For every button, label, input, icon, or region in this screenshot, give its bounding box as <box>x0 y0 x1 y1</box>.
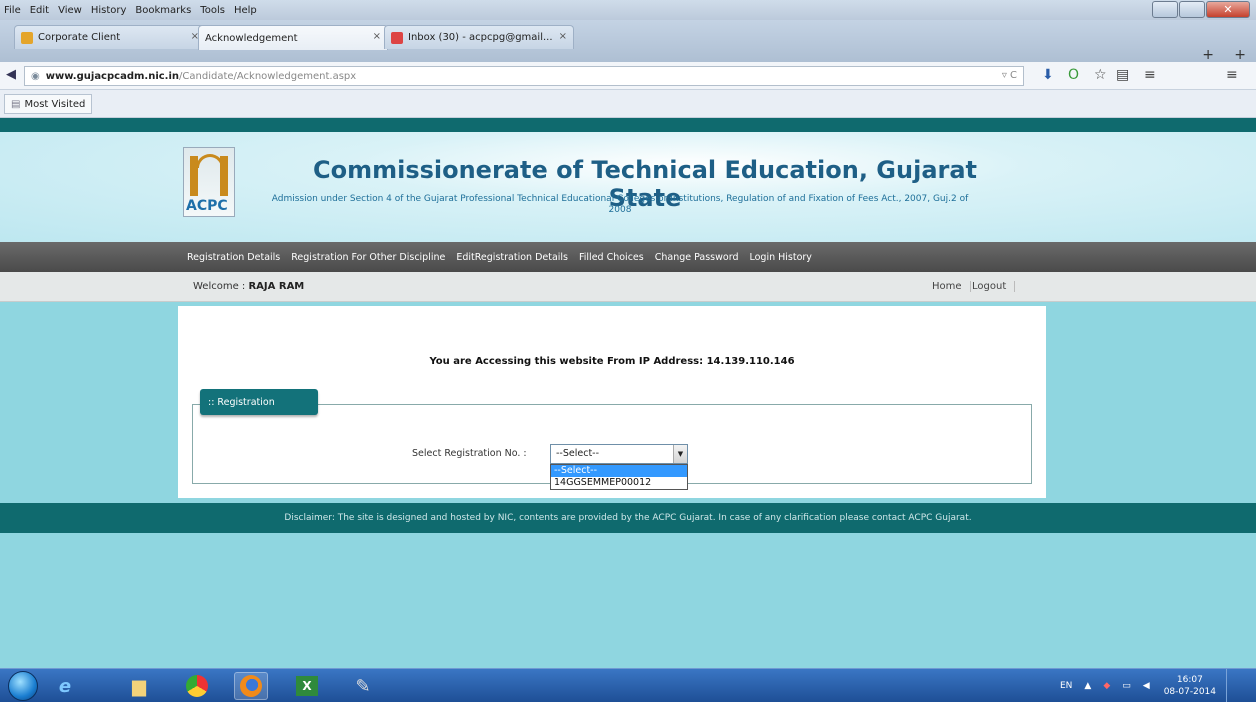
menu-file[interactable]: File <box>4 5 21 16</box>
select-current-value: --Select-- <box>556 448 600 459</box>
paint-icon[interactable]: ✎ <box>346 672 380 700</box>
url-host: www.gujacpcadm.nic.in <box>45 70 180 82</box>
firefox-icon[interactable] <box>234 672 268 700</box>
firefox-logo <box>240 675 262 697</box>
url-path: /Candidate/Acknowledgement.aspx <box>179 70 357 82</box>
nav-registration-details[interactable]: Registration Details <box>187 252 280 263</box>
internet-explorer-icon[interactable]: e <box>48 672 82 700</box>
tab-label: Acknowledgement <box>205 32 298 44</box>
gmail-icon <box>391 31 403 44</box>
window-controls: ✕ <box>1151 1 1250 18</box>
system-tray: EN ▲ ◆ ▭ ◀ 16:07 08-07-2014 <box>1048 669 1216 702</box>
reload-icon[interactable]: ▿ C <box>1002 70 1017 81</box>
registration-number-select[interactable]: --Select-- ▼ <box>550 444 688 464</box>
show-desktop-button[interactable] <box>1226 669 1256 702</box>
bookmark-star-icon[interactable]: ☆ <box>1094 67 1107 83</box>
welcome-bar: Welcome : RAJA RAM Home Logout <box>0 272 1256 302</box>
navigation-toolbar: ◀ ◉ www.gujacpcadm.nic.in /Candidate/Ack… <box>0 62 1256 90</box>
tab-label: Inbox (30) - acpcpg@gmail... <box>408 32 553 43</box>
new-tab-button[interactable]: + <box>1202 47 1214 63</box>
welcome-text: Welcome : RAJA RAM <box>193 281 304 292</box>
menu-help[interactable]: Help <box>234 5 257 16</box>
excel-logo: X <box>296 676 318 696</box>
chrome-logo <box>186 675 208 697</box>
tab-label: Corporate Client <box>38 32 121 43</box>
minimize-button[interactable] <box>1152 1 1178 18</box>
panel-menu-icon[interactable]: ≡ <box>1144 67 1156 83</box>
menu-tools[interactable]: Tools <box>200 5 225 16</box>
main-content-panel: You are Accessing this website From IP A… <box>178 306 1046 498</box>
welcome-label: Welcome : <box>193 281 246 292</box>
bookmarks-menu-icon[interactable]: ▤ <box>1116 67 1129 83</box>
action-center-icon[interactable]: ▭ <box>1122 681 1131 691</box>
menu-edit[interactable]: Edit <box>30 5 49 16</box>
back-arrow-icon[interactable]: ◀ <box>6 67 16 82</box>
site-favicon-icon <box>21 31 33 44</box>
user-name: RAJA RAM <box>248 281 305 292</box>
logo-text: ACPC <box>186 198 228 214</box>
acpc-logo: ACPC <box>183 147 235 217</box>
excel-icon[interactable]: X <box>290 672 324 700</box>
clock[interactable]: 16:07 08-07-2014 <box>1164 674 1216 698</box>
bookmarks-toolbar: ▤ Most Visited <box>0 90 1256 118</box>
extension-icon[interactable]: O <box>1068 67 1079 83</box>
close-window-button[interactable]: ✕ <box>1206 1 1250 18</box>
site-footer-disclaimer: Disclaimer: The site is designed and hos… <box>0 503 1256 533</box>
browser-menubar: File Edit View History Bookmarks Tools H… <box>0 0 1256 20</box>
language-indicator[interactable]: EN <box>1060 681 1072 691</box>
tab-close-icon[interactable]: × <box>373 31 381 42</box>
show-hidden-icons-icon[interactable]: ▲ <box>1084 681 1091 691</box>
nav-change-password[interactable]: Change Password <box>655 252 739 263</box>
registration-legend: :: Registration <box>200 389 318 415</box>
start-button[interactable] <box>8 671 38 701</box>
volume-icon[interactable]: ◀ <box>1143 681 1150 691</box>
list-all-tabs-button[interactable]: + <box>1234 47 1246 63</box>
bookmark-most-visited[interactable]: ▤ Most Visited <box>4 94 93 114</box>
nav-filled-choices[interactable]: Filled Choices <box>579 252 644 263</box>
nav-registration-other-discipline[interactable]: Registration For Other Discipline <box>291 252 445 263</box>
tab-corporate-client[interactable]: Corporate Client × <box>14 25 206 49</box>
menu-history[interactable]: History <box>91 5 127 16</box>
dropdown-option-select[interactable]: --Select-- <box>551 465 687 477</box>
tab-close-icon[interactable]: × <box>559 31 567 42</box>
windows-taskbar: e ▆ X ✎ EN ▲ ◆ ▭ ◀ 16:07 08-07-2014 <box>0 668 1256 702</box>
logout-link[interactable]: Logout <box>972 281 1016 292</box>
clock-date: 08-07-2014 <box>1163 687 1216 697</box>
maximize-button[interactable] <box>1179 1 1205 18</box>
folder-icon: ▤ <box>11 98 21 110</box>
bookmark-label: Most Visited <box>24 98 86 110</box>
tab-inbox[interactable]: Inbox (30) - acpcpg@gmail... × <box>384 25 574 49</box>
header-stripe <box>0 118 1256 132</box>
nav-login-history[interactable]: Login History <box>749 252 811 263</box>
url-bar[interactable]: ◉ www.gujacpcadm.nic.in /Candidate/Ackno… <box>24 66 1024 86</box>
hamburger-menu-icon[interactable]: ≡ <box>1226 67 1238 83</box>
chrome-icon[interactable] <box>180 672 214 700</box>
file-explorer-icon[interactable]: ▆ <box>122 672 156 700</box>
registration-dropdown-list: --Select-- 14GGSEMMEP00012 <box>550 464 688 490</box>
tab-bar: Corporate Client × Acknowledgement × Inb… <box>0 20 1256 63</box>
site-subtitle: Admission under Section 4 of the Gujarat… <box>271 194 969 215</box>
nav-edit-registration-details[interactable]: EditRegistration Details <box>456 252 568 263</box>
tab-acknowledgement[interactable]: Acknowledgement × <box>198 25 388 50</box>
clock-time: 16:07 <box>1176 675 1203 685</box>
network-icon[interactable]: ◆ <box>1103 681 1110 691</box>
dropdown-option-registration[interactable]: 14GGSEMMEP00012 <box>551 477 687 489</box>
dropdown-arrow-icon[interactable]: ▼ <box>673 445 687 463</box>
ip-address-notice: You are Accessing this website From IP A… <box>429 356 795 367</box>
download-icon[interactable]: ⬇ <box>1042 67 1054 83</box>
menu-bookmarks[interactable]: Bookmarks <box>135 5 191 16</box>
site-nav-bar: Registration Details Registration For Ot… <box>0 242 1256 272</box>
menu-view[interactable]: View <box>58 5 82 16</box>
globe-icon: ◉ <box>31 70 40 82</box>
home-link[interactable]: Home <box>932 281 971 292</box>
select-registration-label: Select Registration No. : <box>412 448 527 459</box>
